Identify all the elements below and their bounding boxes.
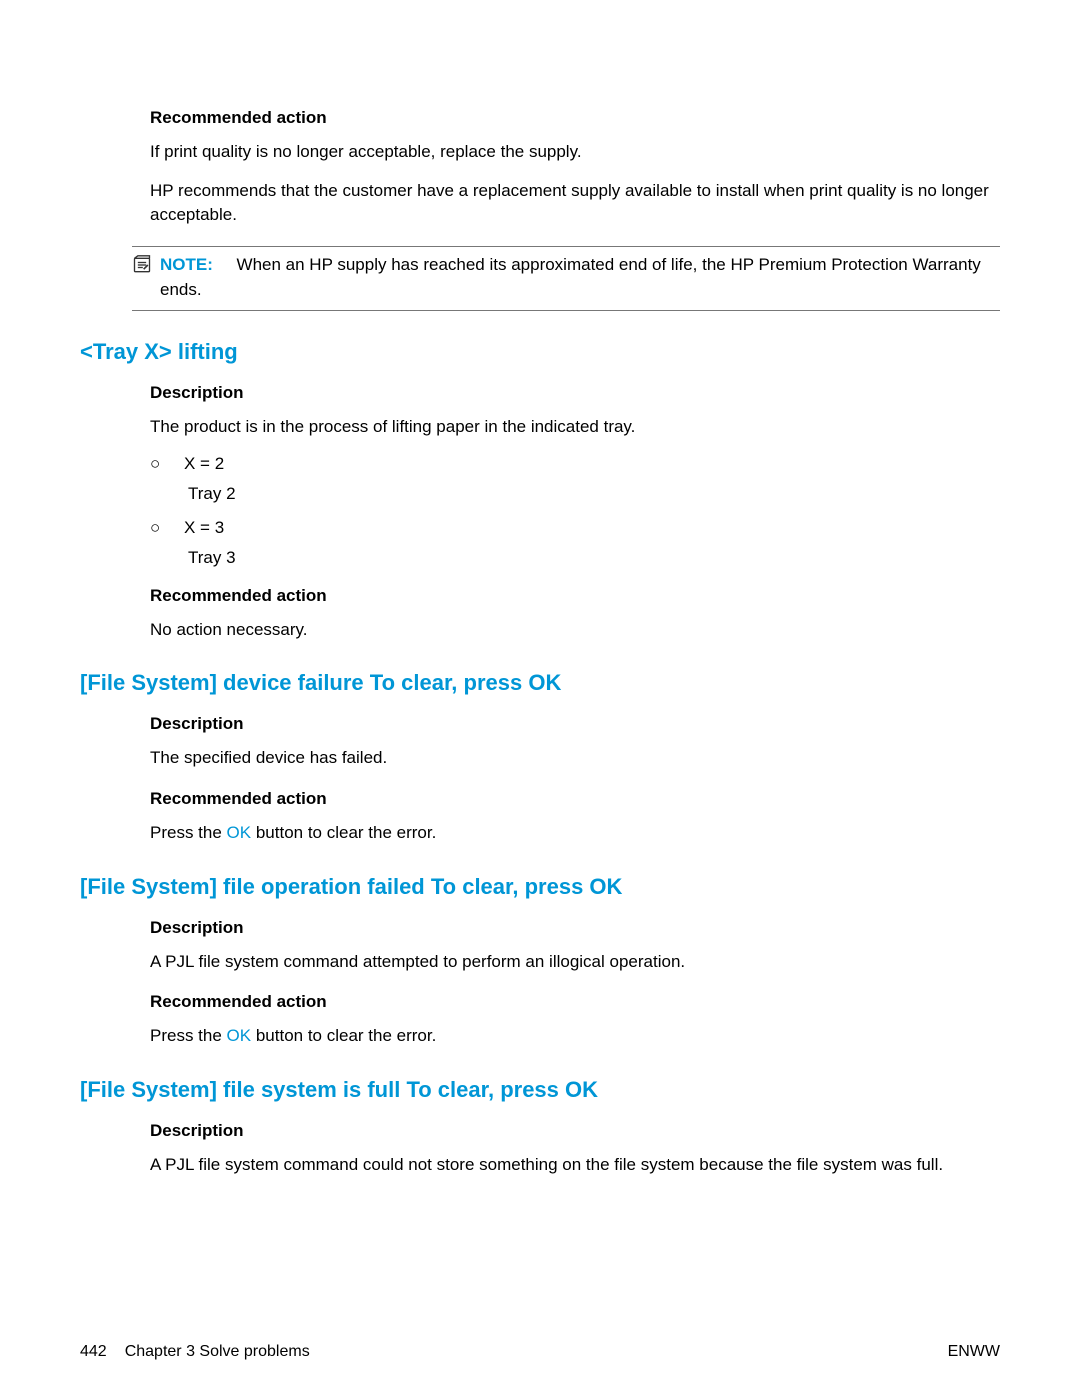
heading-description: Description [150, 714, 1000, 734]
list-item-label: X = 2 [184, 454, 224, 474]
heading-fs-file-operation-failed: [File System] file operation failed To c… [80, 874, 1000, 900]
list-item-label: X = 3 [184, 518, 224, 538]
list-item: ○ X = 2 [150, 454, 1000, 474]
body-text: HP recommends that the customer have a r… [150, 179, 1000, 228]
body-text: A PJL file system command could not stor… [150, 1153, 1000, 1178]
note-callout: NOTE: When an HP supply has reached its … [132, 246, 1000, 311]
note-icon [132, 255, 152, 275]
section-tray-lifting: Description The product is in the proces… [150, 383, 1000, 440]
text-prefix: Press the [150, 1026, 227, 1045]
note-label: NOTE: [160, 255, 213, 274]
heading-recommended-action: Recommended action [150, 586, 1000, 606]
heading-recommended-action: Recommended action [150, 789, 1000, 809]
bullet-icon: ○ [150, 454, 166, 474]
page-body: Recommended action If print quality is n… [0, 0, 1080, 1397]
list-item: ○ X = 3 [150, 518, 1000, 538]
bullet-icon: ○ [150, 518, 166, 538]
heading-description: Description [150, 918, 1000, 938]
chapter-title: Chapter 3 Solve problems [125, 1343, 310, 1361]
body-text: A PJL file system command attempted to p… [150, 950, 1000, 975]
heading-recommended-action: Recommended action [150, 108, 1000, 128]
text-suffix: button to clear the error. [251, 1026, 436, 1045]
body-text: No action necessary. [150, 618, 1000, 643]
heading-recommended-action: Recommended action [150, 992, 1000, 1012]
body-text: The specified device has failed. [150, 746, 1000, 771]
body-text: Press the OK button to clear the error. [150, 821, 1000, 846]
list-block: ○ X = 2 [150, 454, 1000, 474]
heading-fs-device-failure: [File System] device failure To clear, p… [80, 670, 1000, 696]
heading-tray-lifting: <Tray X> lifting [80, 339, 1000, 365]
text-prefix: Press the [150, 823, 227, 842]
body-text: The product is in the process of lifting… [150, 415, 1000, 440]
page-number: 442 [80, 1343, 107, 1361]
list-subtext: Tray 2 [188, 484, 1000, 504]
section-fs-device-failure: Description The specified device has fai… [150, 714, 1000, 845]
list-block: ○ X = 3 [150, 518, 1000, 538]
ok-text: OK [227, 1026, 252, 1045]
page-footer: 442 Chapter 3 Solve problems ENWW [80, 1343, 1000, 1361]
heading-description: Description [150, 1121, 1000, 1141]
heading-fs-file-system-full: [File System] file system is full To cle… [80, 1077, 1000, 1103]
section-fs-file-operation-failed: Description A PJL file system command at… [150, 918, 1000, 1049]
text-suffix: button to clear the error. [251, 823, 436, 842]
list-subtext: Tray 3 [188, 548, 1000, 568]
section-fs-file-system-full: Description A PJL file system command co… [150, 1121, 1000, 1178]
note-body: When an HP supply has reached its approx… [160, 255, 981, 299]
footer-right: ENWW [948, 1343, 1000, 1361]
ok-text: OK [227, 823, 252, 842]
body-text: Press the OK button to clear the error. [150, 1024, 1000, 1049]
section-recommended-action: Recommended action If print quality is n… [150, 108, 1000, 228]
note-text: NOTE: When an HP supply has reached its … [160, 253, 1000, 302]
body-text: If print quality is no longer acceptable… [150, 140, 1000, 165]
heading-description: Description [150, 383, 1000, 403]
section-recommended-action: Recommended action No action necessary. [150, 586, 1000, 643]
footer-left: 442 Chapter 3 Solve problems [80, 1343, 310, 1361]
